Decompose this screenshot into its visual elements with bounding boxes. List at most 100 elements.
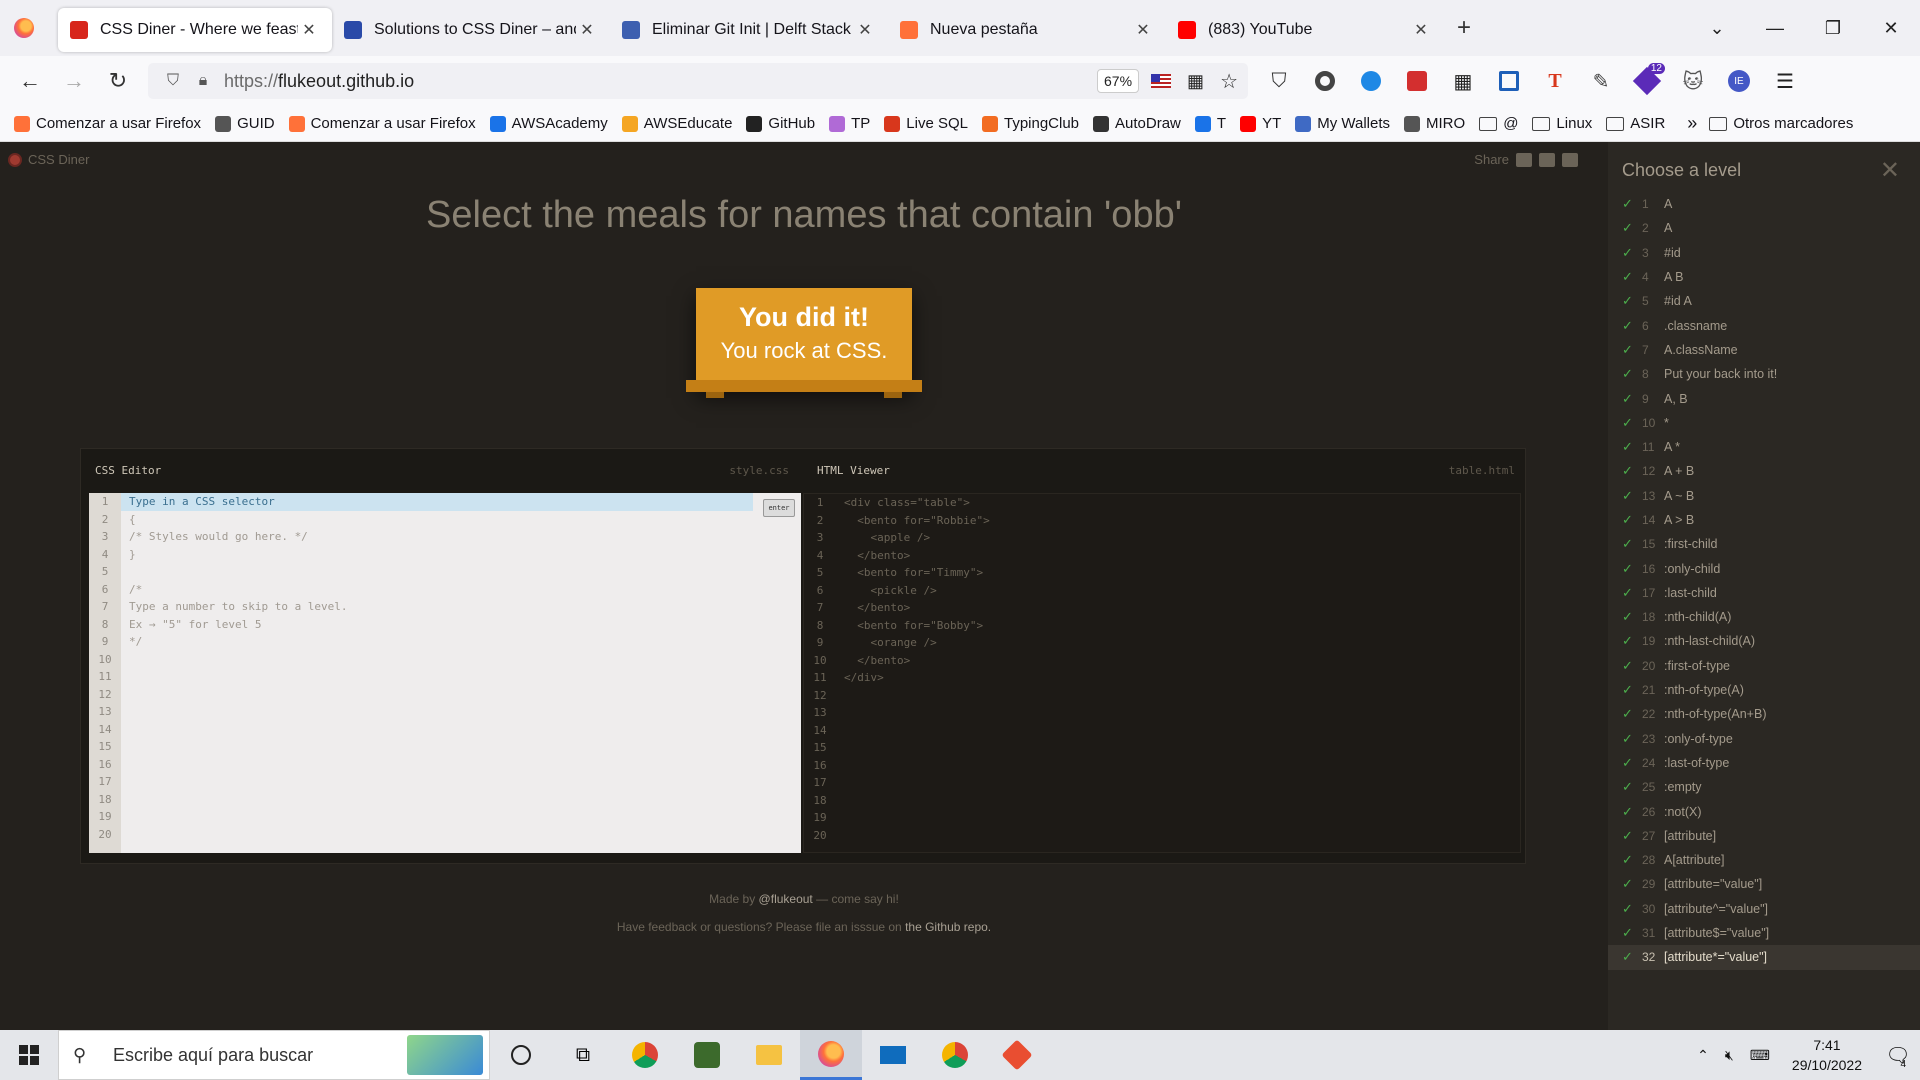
flukeout-link[interactable]: @flukeout [759, 892, 813, 906]
level-item-29[interactable]: ✓ 29 [attribute="value"] [1608, 872, 1920, 896]
tab-list-chevron-icon[interactable]: ⌄ [1688, 18, 1746, 39]
chrome-profile-icon[interactable] [924, 1030, 986, 1080]
profile-avatar-icon[interactable]: IE [1721, 63, 1757, 99]
level-item-10[interactable]: ✓ 10 * [1608, 411, 1920, 435]
firefox-menu-icon[interactable] [0, 0, 48, 56]
forward-button[interactable]: → [52, 68, 96, 94]
cortana-icon[interactable] [490, 1030, 552, 1080]
grid-apps-icon[interactable]: ▦ [1187, 71, 1204, 92]
bookmark-item[interactable]: YT [1240, 115, 1281, 132]
other-bookmarks-folder[interactable]: Otros marcadores [1709, 115, 1853, 132]
back-button[interactable]: ← [8, 68, 52, 94]
bookmark-item[interactable]: GitHub [746, 115, 815, 132]
bookmark-star-icon[interactable]: ☆ [1220, 69, 1238, 94]
level-item-6[interactable]: ✓ 6 .classname [1608, 313, 1920, 337]
level-item-32[interactable]: ✓ 32 [attribute*="value"] [1608, 945, 1920, 970]
restore-button[interactable]: ❐ [1804, 18, 1862, 39]
tab-2[interactable]: Solutions to CSS Diner – anders✕ [332, 8, 610, 52]
pocket-icon[interactable]: ⛉ [1261, 63, 1297, 99]
level-item-24[interactable]: ✓ 24:last-of-type [1608, 751, 1920, 775]
us-flag-icon[interactable] [1151, 74, 1172, 88]
level-item-31[interactable]: ✓ 31 [attribute$="value"] [1608, 921, 1920, 945]
level-item-30[interactable]: ✓ 30 [attribute^="value"] [1608, 897, 1920, 921]
level-item-23[interactable]: ✓ 23:only-of-type [1608, 727, 1920, 751]
tab-1[interactable]: CSS Diner - Where we feast on CSS✕ [58, 8, 332, 52]
bookmark-item[interactable]: GUID [215, 115, 275, 132]
level-item-18[interactable]: ✓ 18:nth-child(A) [1608, 605, 1920, 629]
close-window-button[interactable]: ✕ [1862, 18, 1920, 39]
level-item-28[interactable]: ✓ 28 A[attribute] [1608, 848, 1920, 872]
taskbar-search[interactable]: ⚲ Escribe aquí para buscar [58, 1030, 490, 1080]
bookmark-folder[interactable]: ASIR [1606, 115, 1665, 132]
level-item-21[interactable]: ✓ 21:nth-of-type(A) [1608, 678, 1920, 702]
facebook-share-icon[interactable] [1539, 152, 1555, 167]
bookmark-item[interactable]: Comenzar a usar Firefox [14, 115, 201, 132]
level-item-15[interactable]: ✓ 15:first-child [1608, 532, 1920, 556]
css-input[interactable]: Type in a CSS selector{/* Styles would g… [121, 493, 801, 853]
color-picker-icon[interactable]: ✎ [1583, 63, 1619, 99]
url-text[interactable]: https://flukeout.github.io [224, 71, 1097, 92]
lock-icon[interactable]: 🔒︎ [188, 72, 218, 90]
extension-badge-icon[interactable]: 12 [1629, 63, 1665, 99]
bookmark-item[interactable]: MIRO [1404, 115, 1465, 132]
bookmark-folder[interactable]: @ [1479, 115, 1518, 132]
chrome-taskbar-icon[interactable] [614, 1030, 676, 1080]
level-item-19[interactable]: ✓ 19:nth-last-child(A) [1608, 629, 1920, 653]
css-code-area[interactable]: 1 2 3 4 5 6 7 8 9 10 11 12 13 14 15 16 17 18 19 20 Type in … [89, 493, 801, 853]
address-bar[interactable]: ⛉ 🔒︎ https://flukeout.github.io 67% ▦ ☆ [148, 63, 1248, 99]
zoom-indicator[interactable]: 67% [1097, 69, 1140, 93]
new-tab-button[interactable]: + [1444, 14, 1484, 42]
speaker-muted-icon[interactable]: 🔇︎ [1725, 1047, 1734, 1064]
web-developer-icon[interactable] [1491, 63, 1527, 99]
bookmark-item[interactable]: T [1194, 115, 1226, 132]
tray-chevron-icon[interactable]: ⌃ [1697, 1047, 1709, 1064]
keyboard-icon[interactable]: ⌨ [1750, 1047, 1770, 1064]
tab-close-icon[interactable]: ✕ [298, 20, 320, 40]
level-item-8[interactable]: ✓ 8 Put your back into it! [1608, 362, 1920, 386]
level-item-2[interactable]: ✓ 2 A [1608, 216, 1920, 240]
bookmark-folder[interactable]: Linux [1532, 115, 1592, 132]
level-item-13[interactable]: ✓ 13 A ~ B [1608, 484, 1920, 508]
firefox-taskbar-icon[interactable] [800, 1030, 862, 1080]
close-icon[interactable]: ✕ [1880, 156, 1900, 185]
more-bookmarks-chevron-icon[interactable]: » [1687, 113, 1697, 134]
bookmark-item[interactable]: My Wallets [1295, 115, 1390, 132]
level-item-1[interactable]: ✓ 1 A [1608, 192, 1920, 216]
font-extension-icon[interactable]: T [1537, 63, 1573, 99]
level-item-16[interactable]: ✓ 16:only-child [1608, 556, 1920, 580]
cat-extension-icon[interactable]: 🐱︎ [1675, 63, 1711, 99]
level-item-9[interactable]: ✓ 9 A, B [1608, 386, 1920, 410]
hamburger-menu-icon[interactable]: ☰ [1767, 63, 1803, 99]
mail-icon[interactable] [862, 1030, 924, 1080]
tab-close-icon[interactable]: ✕ [576, 20, 598, 40]
tab-close-icon[interactable]: ✕ [1132, 20, 1154, 40]
github-repo-link[interactable]: the Github repo. [905, 920, 991, 934]
tab-4[interactable]: Nueva pestaña ✕ [888, 8, 1166, 52]
enter-button[interactable]: enter [763, 499, 795, 517]
level-item-20[interactable]: ✓ 20:first-of-type [1608, 654, 1920, 678]
tab-5[interactable]: (883) YouTube ✕ [1166, 8, 1444, 52]
site-logo[interactable]: CSS Diner [8, 152, 89, 167]
tracking-protection-shield-icon[interactable]: ⛉ [158, 72, 188, 90]
ad-blocker-icon[interactable] [1307, 63, 1343, 99]
email-share-icon[interactable] [1516, 152, 1532, 167]
tab-close-icon[interactable]: ✕ [1410, 20, 1432, 40]
level-item-25[interactable]: ✓ 25:empty [1608, 775, 1920, 799]
minimize-button[interactable]: — [1746, 18, 1804, 39]
file-explorer-icon[interactable] [738, 1030, 800, 1080]
level-item-5[interactable]: ✓ 5 #id A [1608, 289, 1920, 313]
tab-close-icon[interactable]: ✕ [854, 20, 876, 40]
bookmark-item[interactable]: AutoDraw [1093, 115, 1181, 132]
app-taskbar-icon[interactable] [676, 1030, 738, 1080]
level-item-12[interactable]: ✓ 12 A + B [1608, 459, 1920, 483]
level-item-17[interactable]: ✓ 17:last-child [1608, 581, 1920, 605]
twitter-share-icon[interactable] [1562, 152, 1578, 167]
bookmark-item[interactable]: Comenzar a usar Firefox [288, 115, 476, 132]
bookmark-item[interactable]: TypingClub [981, 115, 1079, 132]
level-item-26[interactable]: ✓ 26:not(X) [1608, 799, 1920, 823]
bookmark-item[interactable]: Live SQL [884, 115, 968, 132]
play-extension-icon[interactable] [1353, 63, 1389, 99]
pdf-extension-icon[interactable] [1399, 63, 1435, 99]
level-item-27[interactable]: ✓ 27 [attribute] [1608, 824, 1920, 848]
git-icon[interactable] [986, 1030, 1048, 1080]
